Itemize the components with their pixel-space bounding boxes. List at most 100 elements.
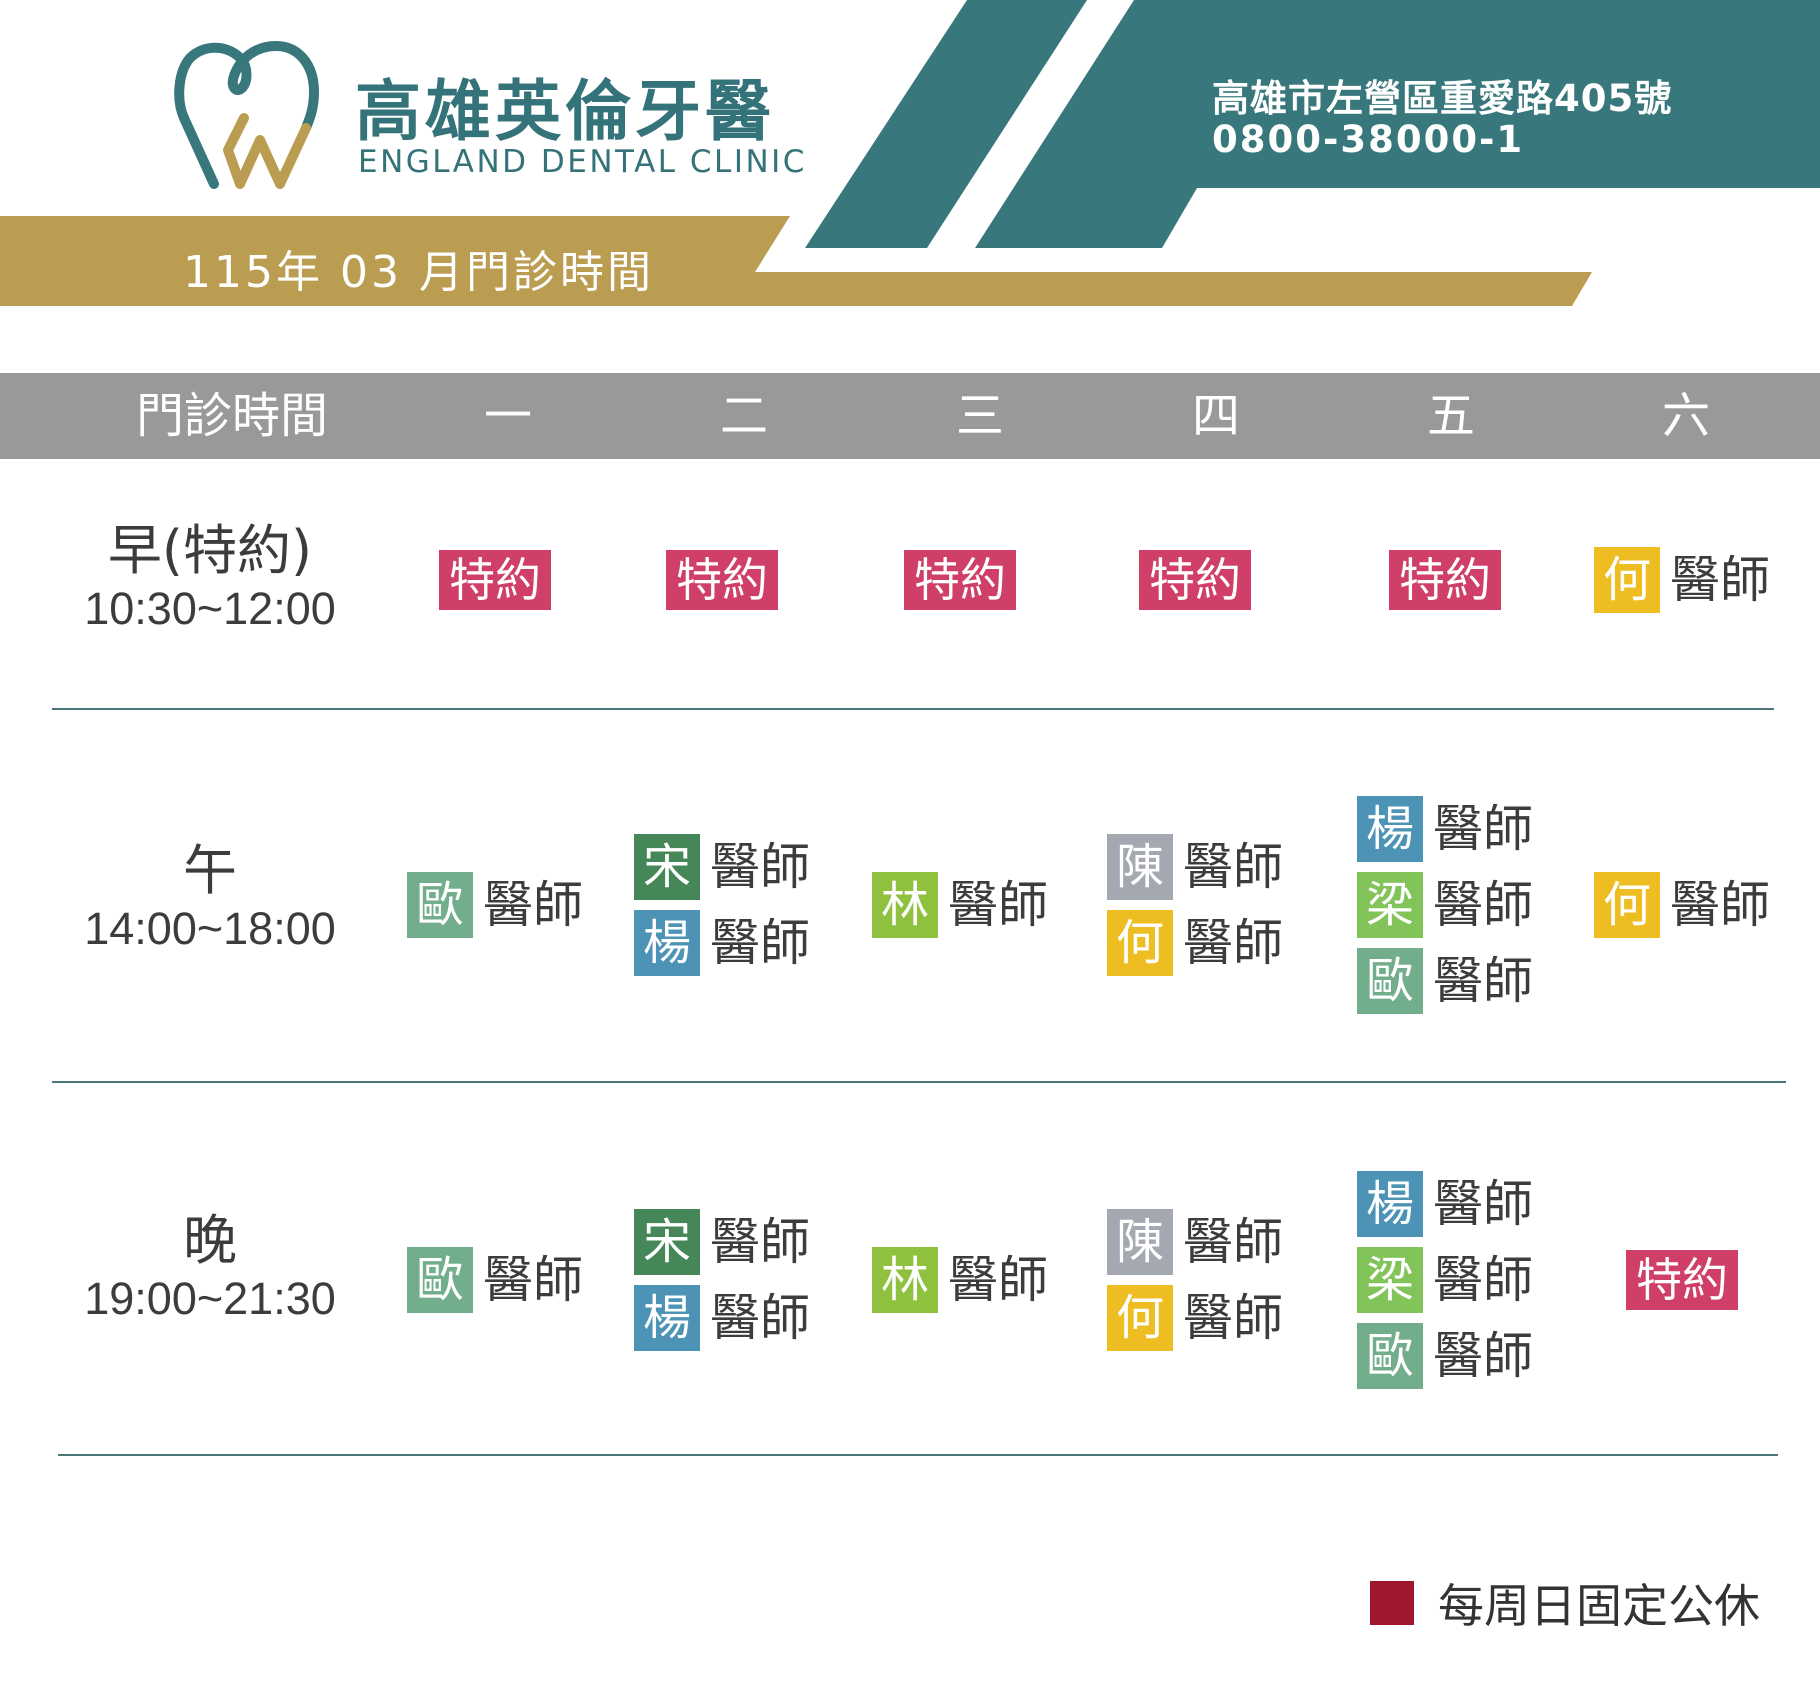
doctor-surname-badge: 歐 bbox=[1357, 1323, 1423, 1389]
doctor-entry: 陳醫師 bbox=[1107, 834, 1283, 900]
doctor-title: 醫師 bbox=[1433, 1175, 1533, 1233]
schedule-cell-wed: 林醫師 bbox=[872, 1247, 1048, 1313]
schedule-cell-tue: 宋醫師楊醫師 bbox=[634, 834, 810, 976]
legend-swatch bbox=[1370, 1581, 1414, 1625]
doctor-entry: 楊醫師 bbox=[634, 910, 810, 976]
doctor-surname-badge: 宋 bbox=[634, 834, 700, 900]
schedule-cell-fri: 特約 bbox=[1389, 550, 1501, 610]
doctor-surname-badge: 楊 bbox=[634, 910, 700, 976]
doctor-title: 醫師 bbox=[1433, 1251, 1533, 1309]
period-label: 午 bbox=[183, 839, 237, 902]
col-header-sat: 六 bbox=[1661, 388, 1711, 444]
doctor-surname-badge: 歐 bbox=[407, 872, 473, 938]
doctor-entry: 歐醫師 bbox=[407, 872, 583, 938]
doctor-title: 醫師 bbox=[483, 1251, 583, 1309]
doctor-entry: 梁醫師 bbox=[1357, 872, 1533, 938]
schedule-cell-mon: 歐醫師 bbox=[407, 1247, 583, 1313]
doctor-title: 醫師 bbox=[1670, 551, 1770, 609]
doctor-surname-badge: 歐 bbox=[407, 1247, 473, 1313]
doctor-surname-badge: 梁 bbox=[1357, 872, 1423, 938]
doctor-entry: 楊醫師 bbox=[1357, 796, 1533, 862]
clinic-name-en: ENGLAND DENTAL CLINIC bbox=[358, 144, 807, 180]
schedule-cell-mon: 歐醫師 bbox=[407, 872, 583, 938]
schedule-cell-fri: 楊醫師梁醫師歐醫師 bbox=[1357, 1171, 1533, 1389]
schedule-cell-thu: 陳醫師何醫師 bbox=[1107, 834, 1283, 976]
row-divider bbox=[52, 708, 1774, 710]
row-divider bbox=[58, 1454, 1778, 1456]
period-hours: 14:00~18:00 bbox=[84, 903, 336, 954]
doctor-surname-badge: 陳 bbox=[1107, 1209, 1173, 1275]
doctor-surname-badge: 楊 bbox=[634, 1285, 700, 1351]
doctor-entry: 歐醫師 bbox=[1357, 1323, 1533, 1389]
clinic-name-cn: 高雄英倫牙醫 bbox=[355, 73, 775, 150]
schedule-cell-tue: 宋醫師楊醫師 bbox=[634, 1209, 810, 1351]
doctor-title: 醫師 bbox=[1433, 876, 1533, 934]
special-appointment-badge: 特約 bbox=[1389, 550, 1501, 610]
schedule-cell-sat: 何醫師 bbox=[1594, 547, 1770, 613]
period-morning: 早(特約) 10:30~12:00 bbox=[84, 520, 336, 636]
doctor-title: 醫師 bbox=[710, 914, 810, 972]
tooth-icon bbox=[174, 41, 319, 189]
doctor-title: 醫師 bbox=[1183, 914, 1283, 972]
col-header-tue: 二 bbox=[719, 388, 769, 444]
col-header-time: 門診時間 bbox=[135, 388, 329, 444]
schedule-cell-sat: 何醫師 bbox=[1594, 872, 1770, 938]
legend-text: 每周日固定公休 bbox=[1438, 1579, 1760, 1633]
doctor-entry: 何醫師 bbox=[1107, 910, 1283, 976]
doctor-entry: 何醫師 bbox=[1594, 872, 1770, 938]
period-evening: 晚 19:00~21:30 bbox=[84, 1210, 336, 1326]
doctor-entry: 何醫師 bbox=[1107, 1285, 1283, 1351]
doctor-entry: 宋醫師 bbox=[634, 834, 810, 900]
special-appointment-badge: 特約 bbox=[1139, 550, 1251, 610]
doctor-title: 醫師 bbox=[1183, 838, 1283, 896]
schedule-cell-fri: 楊醫師梁醫師歐醫師 bbox=[1357, 796, 1533, 1014]
doctor-title: 醫師 bbox=[948, 1251, 1048, 1309]
doctor-entry: 林醫師 bbox=[872, 872, 1048, 938]
doctor-title: 醫師 bbox=[1433, 800, 1533, 858]
schedule-cell-thu: 特約 bbox=[1139, 550, 1251, 610]
doctor-title: 醫師 bbox=[1433, 1327, 1533, 1385]
doctor-surname-badge: 歐 bbox=[1357, 948, 1423, 1014]
doctor-surname-badge: 林 bbox=[872, 872, 938, 938]
special-appointment-badge: 特約 bbox=[904, 550, 1016, 610]
doctor-surname-badge: 宋 bbox=[634, 1209, 700, 1275]
period-hours: 19:00~21:30 bbox=[84, 1273, 336, 1324]
doctor-surname-badge: 何 bbox=[1594, 547, 1660, 613]
doctor-entry: 歐醫師 bbox=[407, 1247, 583, 1313]
doctor-title: 醫師 bbox=[710, 1213, 810, 1271]
doctor-entry: 楊醫師 bbox=[634, 1285, 810, 1351]
legend: 每周日固定公休 bbox=[1370, 1570, 1760, 1636]
doctor-title: 醫師 bbox=[483, 876, 583, 934]
schedule-header-row: 門診時間 一 二 三 四 五 六 bbox=[0, 373, 1820, 459]
month-title: 115年 03 月門診時間 bbox=[183, 247, 654, 298]
doctor-surname-badge: 楊 bbox=[1357, 1171, 1423, 1237]
row-divider bbox=[52, 1081, 1786, 1083]
doctor-title: 醫師 bbox=[1183, 1289, 1283, 1347]
doctor-entry: 宋醫師 bbox=[634, 1209, 810, 1275]
special-appointment-badge: 特約 bbox=[439, 550, 551, 610]
col-header-fri: 五 bbox=[1426, 388, 1476, 444]
schedule-cell-mon: 特約 bbox=[439, 550, 551, 610]
doctor-title: 醫師 bbox=[710, 838, 810, 896]
special-appointment-badge: 特約 bbox=[1626, 1250, 1738, 1310]
doctor-surname-badge: 何 bbox=[1107, 910, 1173, 976]
doctor-surname-badge: 何 bbox=[1594, 872, 1660, 938]
period-label: 早(特約) bbox=[107, 519, 313, 582]
doctor-title: 醫師 bbox=[948, 876, 1048, 934]
clinic-phone: 0800-38000-1 bbox=[1212, 118, 1525, 161]
doctor-title: 醫師 bbox=[710, 1289, 810, 1347]
doctor-entry: 何醫師 bbox=[1594, 547, 1770, 613]
doctor-surname-badge: 林 bbox=[872, 1247, 938, 1313]
doctor-entry: 梁醫師 bbox=[1357, 1247, 1533, 1313]
doctor-title: 醫師 bbox=[1433, 952, 1533, 1010]
doctor-title: 醫師 bbox=[1670, 876, 1770, 934]
doctor-entry: 陳醫師 bbox=[1107, 1209, 1283, 1275]
schedule-cell-thu: 陳醫師何醫師 bbox=[1107, 1209, 1283, 1351]
schedule-cell-tue: 特約 bbox=[666, 550, 778, 610]
doctor-entry: 楊醫師 bbox=[1357, 1171, 1533, 1237]
doctor-entry: 林醫師 bbox=[872, 1247, 1048, 1313]
period-label: 晚 bbox=[183, 1209, 237, 1272]
schedule-cell-wed: 林醫師 bbox=[872, 872, 1048, 938]
doctor-surname-badge: 楊 bbox=[1357, 796, 1423, 862]
doctor-title: 醫師 bbox=[1183, 1213, 1283, 1271]
